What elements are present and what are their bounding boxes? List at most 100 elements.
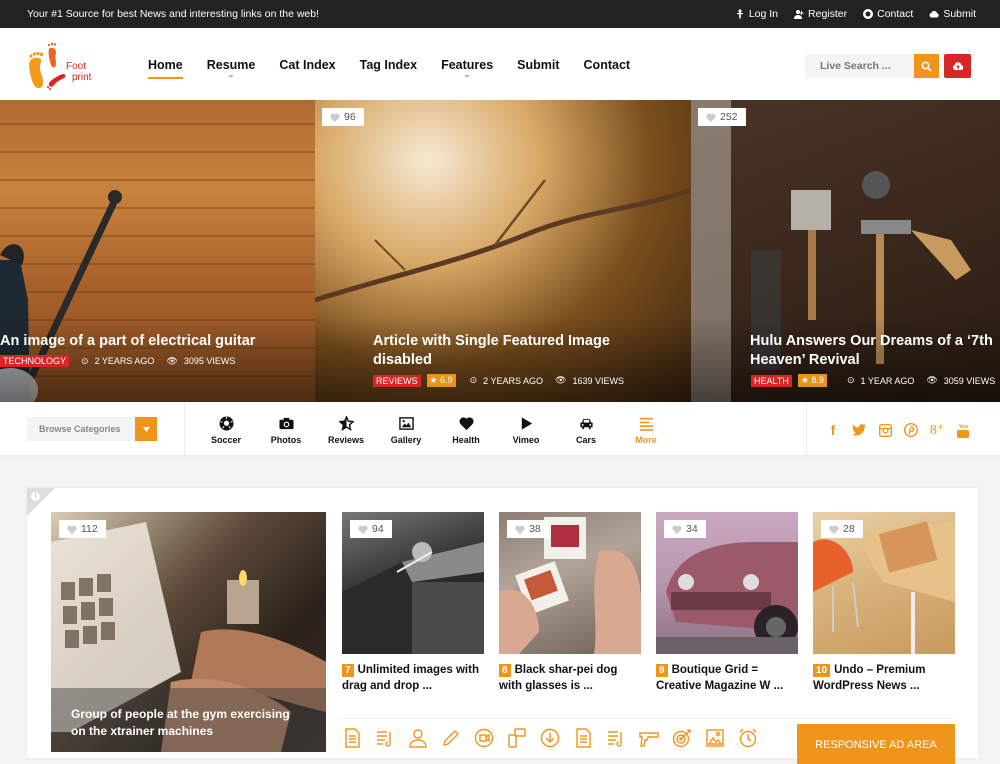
likes-badge[interactable]: 96 — [322, 108, 364, 126]
top-bar: Your #1 Source for best News and interes… — [0, 0, 1000, 28]
video-icon[interactable] — [474, 728, 494, 748]
hero-slide[interactable]: 252 Hulu Answers Our Dreams of a ‘7th He… — [691, 100, 1000, 402]
likes-badge[interactable]: 34 — [664, 520, 706, 538]
nav-resume[interactable]: Resume — [207, 58, 255, 78]
browse-categories-select[interactable]: Browse Categories — [27, 417, 135, 441]
category-label: Health — [452, 435, 480, 445]
likes-badge[interactable]: 252 — [698, 108, 746, 126]
likes-badge[interactable]: 112 — [59, 520, 106, 538]
dropdown-caret-icon — [228, 75, 235, 78]
lifebuoy-icon — [863, 9, 874, 19]
category-list: Soccer Photos Reviews Gallery Health Vim… — [196, 416, 676, 445]
register-link[interactable]: Register — [794, 8, 847, 20]
category-soccer[interactable]: Soccer — [196, 416, 256, 445]
pinterest-icon[interactable] — [904, 422, 918, 438]
instagram-icon[interactable] — [878, 422, 892, 438]
contact-link[interactable]: Contact — [863, 8, 913, 20]
post-title-text: Boutique Grid = Creative Magazine W ... — [656, 664, 784, 692]
upload-button[interactable] — [944, 54, 971, 78]
nav-cat-index[interactable]: Cat Index — [279, 58, 335, 72]
category-health[interactable]: Health — [436, 416, 496, 445]
live-search-input[interactable] — [805, 54, 915, 78]
nav-features[interactable]: Features — [441, 58, 493, 78]
mobile-chat-icon[interactable] — [507, 728, 527, 748]
likes-badge[interactable]: 28 — [821, 520, 863, 538]
hero-slide[interactable]: An image of a part of electrical guitar … — [0, 100, 315, 402]
clock-icon: ⊙ — [846, 375, 855, 385]
download-icon[interactable] — [540, 728, 560, 748]
picture-icon[interactable] — [705, 728, 725, 748]
facebook-icon[interactable]: f — [826, 422, 840, 438]
user-icon[interactable] — [408, 728, 428, 748]
music-list-icon[interactable] — [375, 728, 395, 748]
site-header: Foot print Home Resume Cat Index Tag Ind… — [0, 28, 1000, 100]
login-icon — [736, 9, 743, 19]
twitter-icon[interactable] — [852, 422, 866, 438]
category-vimeo[interactable]: Vimeo — [496, 416, 556, 445]
category-label: More — [635, 435, 657, 445]
nav-home[interactable]: Home — [148, 58, 183, 79]
target-icon[interactable] — [672, 728, 692, 748]
likes-count: 38 — [529, 523, 541, 535]
nav-tag-index[interactable]: Tag Index — [360, 58, 417, 72]
nav-contact[interactable]: Contact — [584, 58, 631, 72]
eye-icon: 👁 — [166, 355, 178, 366]
alarm-clock-icon[interactable] — [738, 728, 758, 748]
info-icon[interactable]: i — [31, 492, 40, 501]
google-plus-icon[interactable]: 8⁺ — [930, 422, 944, 438]
category-cars[interactable]: Cars — [556, 416, 616, 445]
music-list-icon[interactable] — [606, 728, 626, 748]
likes-badge[interactable]: 94 — [350, 520, 392, 538]
site-logo[interactable]: Foot print — [27, 37, 97, 95]
hero-slide[interactable]: 96 Article with Single Featured Image di… — [315, 100, 691, 402]
post-title[interactable]: 7 Unlimited images with drag and drop ... — [342, 662, 484, 694]
category-label: Soccer — [210, 435, 242, 445]
post-title[interactable]: 9 Boutique Grid = Creative Magazine W ... — [656, 662, 798, 694]
category-more[interactable]: More — [616, 416, 676, 445]
featured-post-title[interactable]: Group of people at the gym exercising on… — [51, 688, 326, 752]
chevron-down-icon — [142, 426, 150, 432]
category-label: Photos — [270, 435, 302, 445]
post-card[interactable]: 28 10 Undo – Premium WordPress News ... — [813, 512, 955, 694]
nav-submit-label: Submit — [517, 58, 560, 72]
svg-text:You: You — [959, 424, 969, 430]
login-link[interactable]: Log In — [735, 8, 778, 20]
post-image: 28 — [813, 512, 955, 654]
pencil-icon[interactable] — [441, 728, 461, 748]
post-card[interactable]: 38 8 Black shar-pei dog with glasses is .… — [499, 512, 641, 694]
login-label: Log In — [748, 8, 779, 20]
post-title[interactable]: 10 Undo – Premium WordPress News ... — [813, 662, 955, 694]
category-badge[interactable]: HEALTH — [751, 374, 792, 387]
document-icon[interactable] — [342, 728, 362, 748]
category-label: Reviews — [327, 435, 365, 445]
contact-label: Contact — [877, 8, 914, 20]
eye-icon: 👁 — [926, 375, 938, 385]
hero-title[interactable]: Hulu Answers Our Dreams of a ‘7th Heaven… — [750, 332, 995, 370]
dropdown-caret-icon — [464, 75, 471, 78]
responsive-ad-area[interactable]: RESPONSIVE AD AREA — [797, 724, 955, 764]
likes-count: 112 — [81, 523, 98, 535]
featured-post[interactable]: 112 Group of people at the gym exercisin… — [51, 512, 326, 752]
post-title[interactable]: 8 Black shar-pei dog with glasses is ... — [499, 662, 641, 694]
category-photos[interactable]: Photos — [256, 416, 316, 445]
document-icon[interactable] — [573, 728, 593, 748]
hero-title[interactable]: Article with Single Featured Image disab… — [373, 332, 643, 370]
post-card[interactable]: 34 9 Boutique Grid = Creative Magazine W … — [656, 512, 798, 694]
gun-icon[interactable] — [639, 728, 659, 748]
search-button[interactable] — [914, 54, 939, 78]
category-reviews[interactable]: Reviews — [316, 416, 376, 445]
hero-title[interactable]: An image of a part of electrical guitar — [0, 332, 300, 351]
submit-link[interactable]: Submit — [929, 8, 976, 20]
hero-views: 3059 VIEWS — [943, 375, 996, 386]
post-title-text: Unlimited images with drag and drop ... — [342, 664, 479, 692]
youtube-icon[interactable]: You — [956, 422, 970, 438]
nav-submit[interactable]: Submit — [517, 58, 559, 72]
category-badge[interactable]: TECHNOLOGY — [0, 355, 70, 367]
menu-icon — [639, 417, 653, 431]
browse-categories-toggle[interactable] — [135, 417, 157, 441]
post-card[interactable]: 94 7 Unlimited images with drag and drop … — [342, 512, 484, 694]
category-badge[interactable]: REVIEWS — [373, 374, 421, 387]
nav-home-label: Home — [148, 58, 183, 72]
likes-badge[interactable]: 38 — [507, 520, 549, 538]
category-gallery[interactable]: Gallery — [376, 416, 436, 445]
